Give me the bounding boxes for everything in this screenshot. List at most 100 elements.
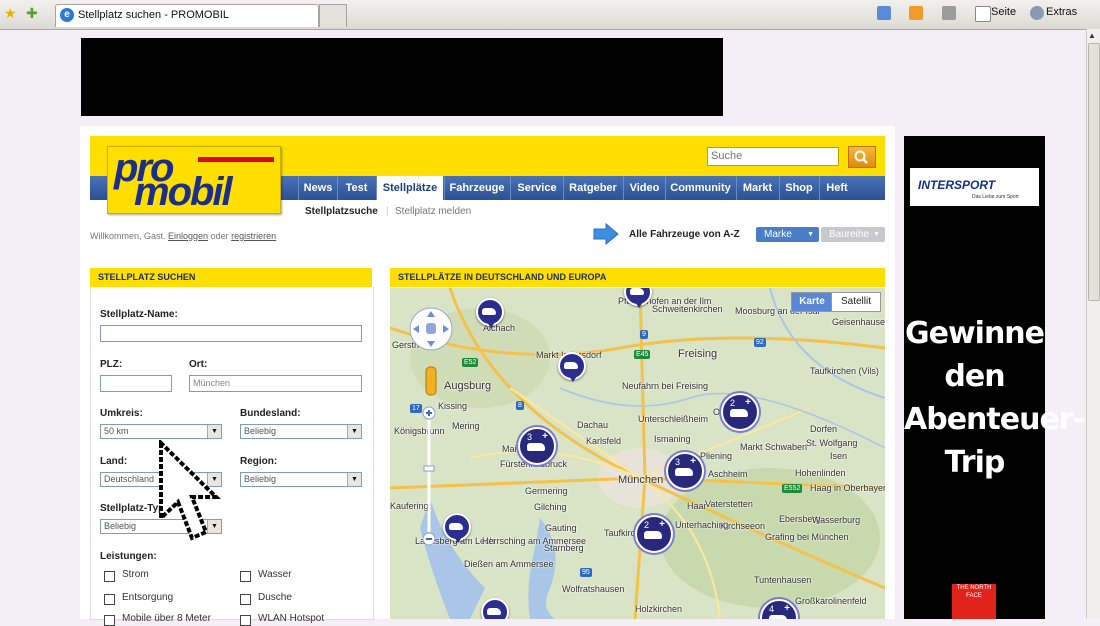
browser-tab[interactable]: e Stellplatz suchen - PROMOBIL: [55, 4, 319, 27]
search-input[interactable]: [708, 148, 838, 163]
account-line: Willkommen, Gast. Einloggen oder registr…: [90, 231, 276, 241]
umkreis-select[interactable]: 50 km ▼: [100, 424, 222, 439]
nav-item-fahrzeuge[interactable]: Fahrzeuge: [444, 176, 509, 200]
map-place: Neufahrn bei Freising: [622, 381, 709, 391]
cluster-plus: +: [784, 603, 790, 614]
home-icon[interactable]: [877, 6, 891, 20]
checkbox-mobile-8m[interactable]: [104, 615, 115, 626]
map-type-satellite-button[interactable]: Satellit: [831, 292, 881, 312]
bundesland-select[interactable]: Beliebig ▼: [240, 424, 362, 439]
campsite-cluster[interactable]: 3 +: [666, 452, 704, 490]
cluster-count: 2: [644, 520, 650, 530]
cluster-count: 3: [527, 432, 533, 442]
cluster-plus: +: [542, 431, 548, 442]
add-favorites-icon[interactable]: ✚: [26, 5, 38, 22]
map-panel-title: STELLPLÄTZE IN DEUTSCHLAND UND EUROPA: [390, 268, 885, 287]
campsite-cluster[interactable]: 3 +: [518, 427, 556, 465]
scroll-up-icon[interactable]: ▲: [1088, 31, 1096, 40]
dusche-label: Dusche: [258, 592, 292, 603]
nav-item-stellplaetze[interactable]: Stellplätze: [376, 176, 443, 200]
subnav-separator: |: [386, 206, 389, 217]
road-label: E552: [782, 484, 803, 493]
baureihe-dropdown[interactable]: Baureihe ▼: [821, 227, 885, 242]
camper-van-icon: [630, 288, 644, 295]
campsite-marker[interactable]: [443, 513, 471, 543]
register-link[interactable]: registrieren: [231, 231, 276, 241]
region-value: Beliebig: [244, 474, 277, 484]
campsite-cluster[interactable]: 2 +: [721, 393, 759, 431]
chevron-down-icon: ▼: [347, 473, 361, 486]
campsite-cluster[interactable]: 2 +: [635, 515, 673, 553]
campsite-marker[interactable]: [481, 598, 509, 619]
welcome-text: Willkommen, Gast.: [90, 231, 166, 241]
campsite-marker[interactable]: [476, 298, 504, 328]
camper-van-icon: [644, 531, 662, 539]
logo-text-mobil: mobil: [134, 170, 233, 214]
rss-icon[interactable]: [909, 6, 923, 20]
plz-input[interactable]: [100, 375, 172, 392]
map-place: Dachau: [577, 420, 609, 430]
login-link[interactable]: Einloggen: [168, 231, 208, 241]
nav-item-news[interactable]: News: [298, 176, 337, 200]
nav-item-shop[interactable]: Shop: [779, 176, 818, 200]
map-place: Pliening: [700, 451, 733, 461]
marke-label: Marke: [764, 229, 792, 240]
extras-menu[interactable]: Extras: [1046, 6, 1077, 18]
nav-item-video[interactable]: Video: [623, 176, 665, 200]
ie-icon: e: [60, 8, 74, 22]
cluster-plus: +: [690, 456, 696, 467]
scrollbar-thumb[interactable]: [1088, 43, 1100, 301]
zoom-slider[interactable]: [422, 406, 436, 546]
intersport-tagline: Das Liebe zum Sport: [972, 194, 1019, 200]
marke-dropdown[interactable]: Marke ▼: [756, 227, 819, 242]
subnav-stellplatz-melden[interactable]: Stellplatz melden: [395, 206, 471, 217]
checkbox-dusche[interactable]: [240, 594, 251, 605]
strom-label: Strom: [122, 569, 149, 580]
checkbox-strom[interactable]: [104, 571, 115, 582]
map-place: St. Wolfgang: [806, 438, 858, 448]
nav-item-markt[interactable]: Markt: [736, 176, 778, 200]
subnav-stellplatzsuche[interactable]: Stellplatzsuche: [305, 206, 378, 217]
nav-item-ratgeber[interactable]: Ratgeber: [563, 176, 622, 200]
search-icon: [854, 150, 868, 164]
leistungen-label: Leistungen:: [100, 551, 157, 562]
ort-input[interactable]: München: [189, 375, 362, 392]
nav-item-community[interactable]: Community: [665, 176, 735, 200]
new-tab-button[interactable]: [319, 4, 347, 27]
street-view-pegman-icon[interactable]: [422, 366, 440, 396]
favorites-star-icon[interactable]: ★: [4, 5, 17, 22]
browser-toolbar: ★ ✚ e Stellplatz suchen - PROMOBIL Seite…: [0, 0, 1100, 30]
bundesland-value: Beliebig: [244, 426, 277, 436]
map-pan-control[interactable]: [408, 306, 454, 352]
page-scrollbar[interactable]: ▲: [1086, 29, 1100, 619]
print-icon[interactable]: [942, 6, 956, 20]
checkbox-wasser[interactable]: [240, 571, 251, 582]
campsite-map[interactable]: Pfaffenhofen an der Ilm Schweitenkirchen…: [390, 288, 885, 619]
region-select[interactable]: Beliebig ▼: [240, 472, 362, 487]
nav-item-service[interactable]: Service: [510, 176, 563, 200]
road-label: 9: [640, 330, 648, 339]
search-button[interactable]: [848, 146, 876, 168]
road-label: E52: [462, 358, 479, 367]
campsite-marker[interactable]: [558, 352, 586, 382]
checkbox-entsorgung[interactable]: [104, 594, 115, 605]
map-place: Tuntenhausen: [754, 575, 812, 585]
site-search: [707, 147, 839, 166]
map-place: Starnberg: [544, 543, 584, 553]
page-menu[interactable]: Seite: [991, 6, 1016, 18]
promobil-logo[interactable]: pro mobil: [107, 146, 281, 214]
map-type-karte-button[interactable]: Karte: [791, 292, 833, 312]
stellplatz-name-input[interactable]: [100, 325, 362, 342]
road-label: 8: [516, 401, 524, 410]
camper-van-icon: [527, 443, 545, 451]
map-place: Haar: [687, 501, 707, 511]
camper-van-icon: [730, 409, 748, 417]
nav-item-test[interactable]: Test: [337, 176, 375, 200]
nav-item-heft[interactable]: Heft: [819, 176, 854, 200]
camper-van-icon: [482, 308, 496, 315]
checkbox-wlan[interactable]: [240, 615, 251, 626]
map-place: Ismaning: [654, 434, 691, 444]
advertisement-banner[interactable]: INTERSPORT Das Liebe zum Sport Gewinne d…: [904, 136, 1085, 619]
map-place: Aschheim: [708, 469, 748, 479]
map-place: Königsbrunn: [394, 426, 445, 436]
